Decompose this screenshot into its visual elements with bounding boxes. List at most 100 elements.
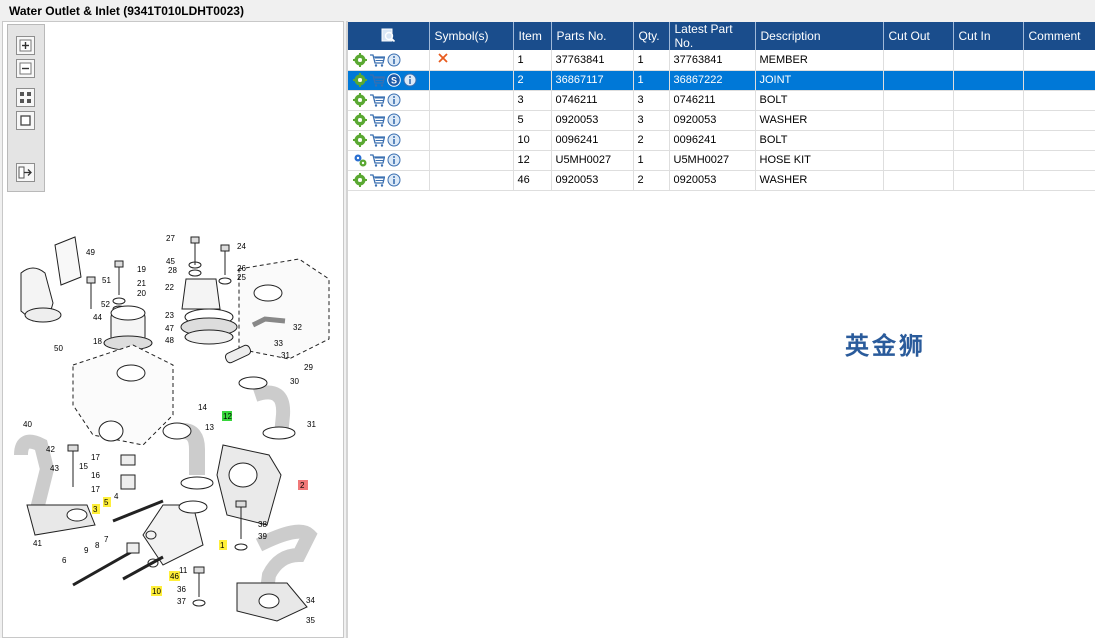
cell-qty: 3 xyxy=(633,90,670,111)
column-header-description[interactable]: Description xyxy=(755,22,884,50)
callout-28: 28 xyxy=(168,266,177,275)
cell-comment xyxy=(1023,90,1095,111)
cell-latest-part-no: 0746211 xyxy=(669,90,756,111)
cell-item: 46 xyxy=(513,170,552,191)
info-icon[interactable] xyxy=(387,113,401,127)
cell-comment xyxy=(1023,70,1095,91)
cell-cut-in xyxy=(953,90,1024,111)
gear-icon[interactable] xyxy=(353,133,367,147)
info-icon[interactable] xyxy=(387,153,401,167)
gear-icon[interactable] xyxy=(353,173,367,187)
cell-latest-part-no: 36867222 xyxy=(669,70,756,91)
column-header-symbols[interactable]: Symbol(s) xyxy=(429,22,514,50)
row-actions xyxy=(348,130,430,151)
actual-size-button[interactable] xyxy=(16,111,35,130)
column-header-comment[interactable]: Comment xyxy=(1023,22,1095,50)
gear-icon[interactable] xyxy=(353,113,367,127)
fit-page-button[interactable] xyxy=(16,88,35,107)
cell-qty: 2 xyxy=(633,170,670,191)
export-button[interactable] xyxy=(16,163,35,182)
gear-icon[interactable] xyxy=(353,73,367,87)
cell-latest-part-no: 0096241 xyxy=(669,130,756,151)
cell-parts-no: 36867117 xyxy=(551,70,634,91)
info-icon[interactable] xyxy=(387,133,401,147)
cell-qty: 1 xyxy=(633,50,670,71)
callout-24: 24 xyxy=(237,242,246,251)
table-row[interactable]: 46 0920053 2 0920053 WASHER xyxy=(348,170,1095,191)
cell-parts-no: 0920053 xyxy=(551,170,634,191)
callout-20: 20 xyxy=(137,289,146,298)
cell-symbol xyxy=(429,130,514,151)
cart-icon[interactable] xyxy=(369,53,385,67)
watermark: 英金狮 xyxy=(845,332,926,360)
window-title: Water Outlet & Inlet (9341T010LDHT0023) xyxy=(0,0,1095,22)
zoom-in-button[interactable] xyxy=(16,36,35,55)
cell-cut-out xyxy=(883,50,954,71)
gear-icon[interactable] xyxy=(353,93,367,107)
callout-42: 42 xyxy=(46,445,55,454)
table-row[interactable]: 5 0920053 3 0920053 WASHER xyxy=(348,110,1095,131)
cart-icon[interactable] xyxy=(369,93,385,107)
cart-icon[interactable] xyxy=(369,173,385,187)
table-row[interactable]: S 2 36867117 1 36867222 JOINT xyxy=(348,70,1095,91)
callout-7: 7 xyxy=(104,535,109,544)
cell-parts-no: 0746211 xyxy=(551,90,634,111)
table-row[interactable]: 3 0746211 3 0746211 BOLT xyxy=(348,90,1095,111)
table-row[interactable]: 12 U5MH0027 1 U5MH0027 HOSE KIT xyxy=(348,150,1095,171)
info-icon[interactable] xyxy=(403,73,417,87)
cell-symbol xyxy=(429,110,514,131)
table-header-row: Symbol(s) Item Parts No. Qty. Latest Par… xyxy=(348,22,1095,50)
svg-text:S: S xyxy=(391,76,397,86)
cell-parts-no: 0096241 xyxy=(551,130,634,151)
cell-latest-part-no: 37763841 xyxy=(669,50,756,71)
cell-item: 10 xyxy=(513,130,552,151)
cell-cut-in xyxy=(953,130,1024,151)
info-icon[interactable] xyxy=(387,53,401,67)
cell-item: 1 xyxy=(513,50,552,71)
info-icon[interactable] xyxy=(387,93,401,107)
cell-latest-part-no: 0920053 xyxy=(669,110,756,131)
cart-icon[interactable] xyxy=(369,153,385,167)
table-row[interactable]: 1 37763841 1 37763841 MEMBER xyxy=(348,50,1095,71)
parts-table: Symbol(s) Item Parts No. Qty. Latest Par… xyxy=(348,22,1095,191)
cell-description: BOLT xyxy=(755,90,884,111)
row-actions: S xyxy=(348,70,430,91)
callout-13: 13 xyxy=(205,423,214,432)
s-icon[interactable]: S xyxy=(387,73,401,87)
gears-icon[interactable] xyxy=(353,153,367,167)
cell-symbol xyxy=(429,90,514,111)
callout-41: 41 xyxy=(33,539,42,548)
cell-cut-out xyxy=(883,150,954,171)
cart-icon[interactable] xyxy=(369,113,385,127)
cell-qty: 1 xyxy=(633,150,670,171)
column-header-cut-in[interactable]: Cut In xyxy=(953,22,1024,50)
cell-cut-in xyxy=(953,150,1024,171)
column-header-item[interactable]: Item xyxy=(513,22,552,50)
callout-15: 15 xyxy=(79,462,88,471)
cell-parts-no: U5MH0027 xyxy=(551,150,634,171)
cell-description: BOLT xyxy=(755,130,884,151)
cart-icon[interactable] xyxy=(369,73,385,87)
callout-8: 8 xyxy=(95,541,100,550)
cell-cut-in xyxy=(953,170,1024,191)
table-row[interactable]: 10 0096241 2 0096241 BOLT xyxy=(348,130,1095,151)
callout-48: 48 xyxy=(165,336,174,345)
zoom-out-button[interactable] xyxy=(16,59,35,78)
cell-cut-in xyxy=(953,50,1024,71)
column-header-cut-out[interactable]: Cut Out xyxy=(883,22,954,50)
info-icon[interactable] xyxy=(387,173,401,187)
square-icon xyxy=(20,115,31,126)
column-header-qty[interactable]: Qty. xyxy=(633,22,670,50)
cell-description: JOINT xyxy=(755,70,884,91)
callout-51: 51 xyxy=(102,276,111,285)
callout-25: 25 xyxy=(237,273,246,282)
column-header-latest-part-no[interactable]: Latest Part No. xyxy=(669,22,756,50)
callout-2: 2 xyxy=(300,481,305,490)
cell-symbol xyxy=(429,150,514,171)
gear-icon[interactable] xyxy=(353,52,367,67)
cart-icon[interactable] xyxy=(369,133,385,147)
column-header-parts-no[interactable]: Parts No. xyxy=(551,22,634,50)
cell-description: WASHER xyxy=(755,110,884,131)
cell-comment xyxy=(1023,110,1095,131)
column-header-actions[interactable] xyxy=(348,22,430,50)
